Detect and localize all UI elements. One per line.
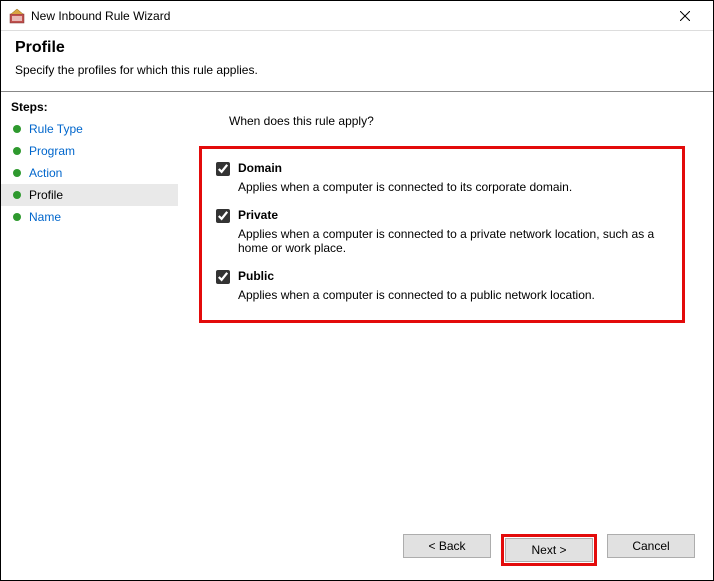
wizard-window: New Inbound Rule Wizard Profile Specify … (0, 0, 714, 581)
bullet-icon (13, 169, 21, 177)
cancel-button[interactable]: Cancel (607, 534, 695, 558)
step-label: Action (29, 166, 62, 180)
app-icon (9, 8, 25, 24)
checkbox-row-private: Private (216, 208, 668, 223)
profiles-highlight: Domain Applies when a computer is connec… (199, 146, 685, 323)
checkbox-row-public: Public (216, 269, 668, 284)
step-program[interactable]: Program (1, 140, 178, 162)
checkbox-label-private: Private (238, 208, 278, 222)
step-name[interactable]: Name (1, 206, 178, 228)
titlebar: New Inbound Rule Wizard (1, 1, 713, 31)
checkbox-row-domain: Domain (216, 161, 668, 176)
bullet-icon (13, 125, 21, 133)
next-button[interactable]: Next > (505, 538, 593, 562)
checkbox-private[interactable] (216, 209, 230, 223)
header: Profile Specify the profiles for which t… (1, 31, 713, 91)
body: Steps: Rule Type Program Action Profile … (1, 92, 713, 524)
next-highlight: Next > (501, 534, 597, 566)
steps-heading: Steps: (1, 96, 178, 118)
step-label: Rule Type (29, 122, 83, 136)
steps-sidebar: Steps: Rule Type Program Action Profile … (1, 92, 179, 524)
bullet-icon (13, 213, 21, 221)
step-rule-type[interactable]: Rule Type (1, 118, 178, 140)
page-title: Profile (15, 39, 699, 57)
back-button[interactable]: < Back (403, 534, 491, 558)
bullet-icon (13, 191, 21, 199)
checkbox-domain[interactable] (216, 162, 230, 176)
checkbox-desc-domain: Applies when a computer is connected to … (238, 180, 668, 194)
bullet-icon (13, 147, 21, 155)
step-profile[interactable]: Profile (1, 184, 178, 206)
window-title: New Inbound Rule Wizard (31, 9, 665, 23)
checkbox-public[interactable] (216, 270, 230, 284)
step-action[interactable]: Action (1, 162, 178, 184)
footer: < Back Next > Cancel (1, 524, 713, 580)
page-subtitle: Specify the profiles for which this rule… (15, 63, 699, 77)
step-label: Profile (29, 188, 63, 202)
checkbox-desc-private: Applies when a computer is connected to … (238, 227, 668, 255)
checkbox-label-domain: Domain (238, 161, 282, 175)
close-button[interactable] (665, 2, 705, 30)
question-text: When does this rule apply? (229, 114, 693, 128)
step-label: Program (29, 144, 75, 158)
checkbox-desc-public: Applies when a computer is connected to … (238, 288, 668, 302)
main-panel: When does this rule apply? Domain Applie… (179, 92, 713, 524)
checkbox-label-public: Public (238, 269, 274, 283)
step-label: Name (29, 210, 61, 224)
